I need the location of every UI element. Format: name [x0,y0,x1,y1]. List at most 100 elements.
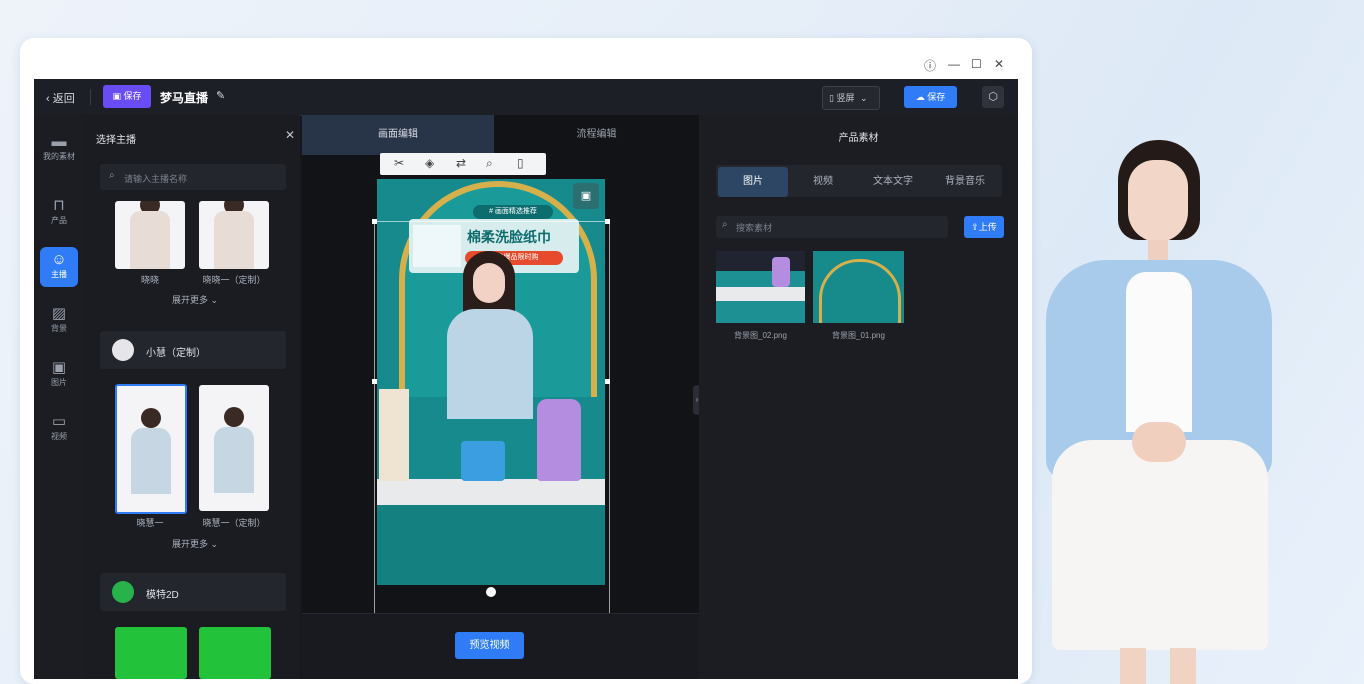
leg [1120,648,1146,684]
maximize-icon[interactable]: ☐ [971,57,982,71]
body [214,211,254,269]
skirt [1052,440,1268,650]
head [224,407,244,427]
image-icon: ▣ [51,359,67,376]
save-badge[interactable]: ▣ 保存 [103,85,151,108]
image-icon[interactable]: ▣ [573,183,599,209]
tab-videos[interactable]: 视频 [790,167,856,197]
anchor-card-selected[interactable] [115,384,187,514]
anchor-caption: 晓晓一（定制） [202,275,266,285]
anchor-search-input[interactable]: ⌕ 请输入主播名称 [100,164,286,190]
resize-handle[interactable] [605,219,610,224]
disk-icon: ▣ [112,91,124,101]
asset-panel [699,115,1018,679]
anchor-caption: 晓慧一 [136,518,164,528]
anchor-group-header[interactable]: 模特2D [100,573,286,611]
help-icon[interactable]: ⓘ [924,57,936,74]
resize-handle[interactable] [372,219,377,224]
face [473,263,505,303]
replace-icon[interactable]: ⇄ [456,156,466,170]
asset-thumb[interactable] [716,251,805,323]
canvas-toolbar: ✂ ◈ ⇄ ⌕ ▯ [380,153,546,175]
anchor-group-header[interactable]: 小慧（定制） [100,331,286,369]
rail-item-video[interactable]: ▭ 视频 [40,409,78,449]
avatar [112,581,134,603]
anchor-caption: 晓慧一（定制） [202,518,266,528]
product-pack [413,225,461,267]
asset-thumb[interactable] [813,251,904,323]
tab-images[interactable]: 图片 [718,167,788,197]
asset-caption: 背景图_01.png [832,331,885,340]
close-panel-icon[interactable]: ✕ [285,128,295,142]
minimize-icon[interactable]: — [948,57,960,71]
edit-pencil-icon[interactable]: ✎ [216,89,225,102]
rail-item-anchor[interactable]: ☺ 主播 [40,247,78,287]
asset-caption: 背景图_02.png [734,331,787,340]
upload-button[interactable]: ⇪上传 [964,216,1004,238]
resize-handle[interactable] [605,379,610,384]
product-bottle [537,399,581,481]
rail-item-image[interactable]: ▣ 图片 [40,355,78,395]
divider [90,89,91,105]
greenscreen-card[interactable] [115,627,187,679]
counter-top [377,479,605,505]
trash-icon[interactable]: ▯ [517,156,524,170]
tab-flow-edit[interactable]: 流程编辑 [494,115,699,155]
product-tissue [461,441,505,481]
counter-front [377,505,605,585]
leg [1170,648,1196,684]
search-icon: ⌕ [722,219,728,230]
project-title: 梦马直播 [160,91,209,105]
close-window-icon[interactable]: ✕ [994,57,1004,71]
anchor-card[interactable] [199,201,269,269]
anchor-icon: ☺ [51,251,67,268]
upload-icon: ⇪ [971,222,979,232]
poster-preview[interactable]: # 画面精选推荐 棉柔洗脸纸巾 超值爆品限时购 ▣ [377,179,605,585]
device-select[interactable]: ▯ 竖屏 ⌄ [822,86,880,110]
thumb-bottle [772,257,790,287]
dress-top [1126,272,1192,432]
back-button[interactable]: ‹ 返回 [46,90,75,106]
rail-item-background[interactable]: ▨ 背景 [40,301,78,341]
expand-more-link[interactable]: 展开更多 ⌄ [155,537,235,550]
avatar [112,339,134,361]
cloud-icon: ☁ [915,92,928,102]
rail-item-product[interactable]: ⊓ 产品 [40,193,78,233]
rotate-handle[interactable] [486,587,496,597]
anchor-caption: 晓晓 [140,275,159,285]
video-icon: ▭ [51,413,67,430]
phone-icon: ▯ [829,93,834,103]
hands [1132,422,1186,462]
tab-scene-edit[interactable]: 画面编辑 [302,115,494,155]
layer-icon[interactable]: ◈ [425,156,434,170]
body [131,428,171,494]
asset-search-input[interactable]: ⌕ 搜索素材 [716,216,948,238]
face [1128,160,1188,242]
body [214,427,254,493]
chevron-down-icon: ⌄ [860,93,868,103]
zoom-icon[interactable]: ⌕ [486,156,493,171]
digital-human-presenter [1040,140,1276,684]
chevron-left-icon: ‹ [46,93,53,105]
editor-app: ‹ 返回 ▣ 保存 梦马直播 ✎ ▯ 竖屏 ⌄ ☁ 保存 ⬡ ▬ 我的素材 ⊓ 产品… [34,79,1018,679]
asset-panel-title: 产品素材 [838,133,879,144]
background-icon: ▨ [51,305,67,322]
resize-handle[interactable] [372,379,377,384]
expand-more-link[interactable]: 展开更多 ⌄ [155,293,235,306]
save-button[interactable]: ☁ 保存 [904,86,957,108]
poster-headline: 棉柔洗脸纸巾 [467,229,551,245]
bag-icon: ⊓ [53,197,65,214]
body [130,211,170,269]
poster-badge: # 画面精选推荐 [473,205,553,219]
thumb-counter [716,287,805,301]
preview-button[interactable]: 预览视频 [455,632,524,659]
presenter-body [447,309,533,419]
anchor-card[interactable] [115,201,185,269]
crop-icon[interactable]: ✂ [394,156,404,170]
rail-item-my-materials[interactable]: ▬ 我的素材 [40,129,78,169]
tab-text[interactable]: 文本文字 [860,167,926,197]
tab-music[interactable]: 背景音乐 [930,167,1000,197]
greenscreen-card[interactable] [199,627,271,679]
cube-icon[interactable]: ⬡ [982,86,1004,108]
anchor-card[interactable] [199,385,269,511]
